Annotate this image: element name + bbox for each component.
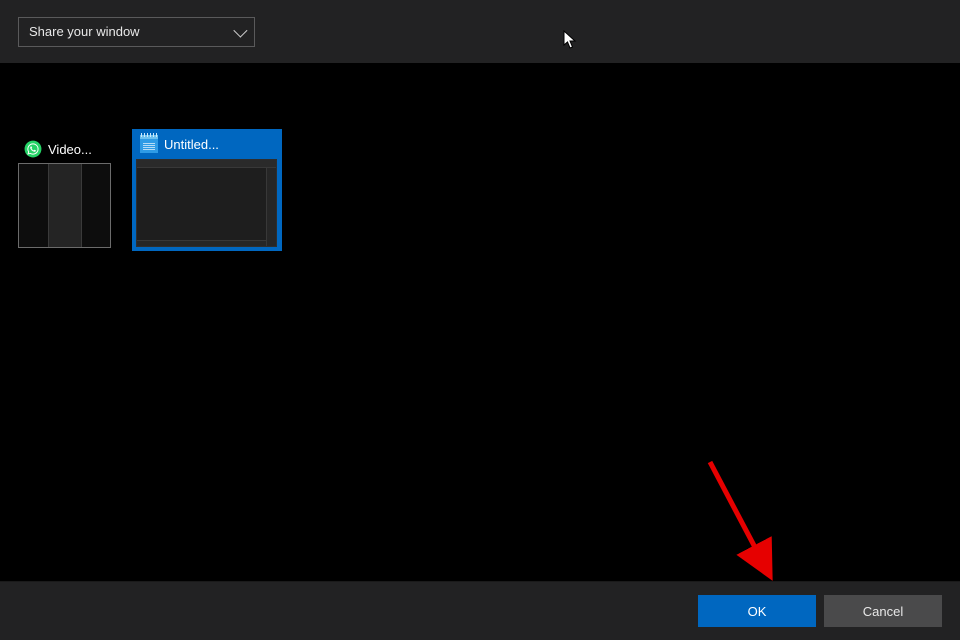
tile-label: Untitled... xyxy=(164,137,219,152)
dropdown-label: Share your window xyxy=(29,24,140,39)
tile-label: Video... xyxy=(48,142,92,157)
window-grid: Video... Untitled... xyxy=(0,63,960,581)
whatsapp-icon xyxy=(24,140,42,158)
footer-bar: OK Cancel xyxy=(0,581,960,640)
chevron-down-icon xyxy=(233,23,247,37)
tile-header: Video... xyxy=(18,137,111,163)
window-thumbnail xyxy=(18,163,111,248)
tile-header: Untitled... xyxy=(136,133,278,159)
share-mode-dropdown[interactable]: Share your window xyxy=(18,17,255,47)
window-thumbnail xyxy=(136,159,277,247)
cancel-button[interactable]: Cancel xyxy=(824,595,942,627)
ok-button[interactable]: OK xyxy=(698,595,816,627)
header-bar: Share your window xyxy=(0,0,960,63)
ok-button-label: OK xyxy=(748,604,767,619)
window-tile-untitled[interactable]: Untitled... xyxy=(132,129,282,251)
notepad-icon xyxy=(140,135,158,153)
window-tile-video[interactable]: Video... xyxy=(18,137,111,248)
cancel-button-label: Cancel xyxy=(863,604,903,619)
